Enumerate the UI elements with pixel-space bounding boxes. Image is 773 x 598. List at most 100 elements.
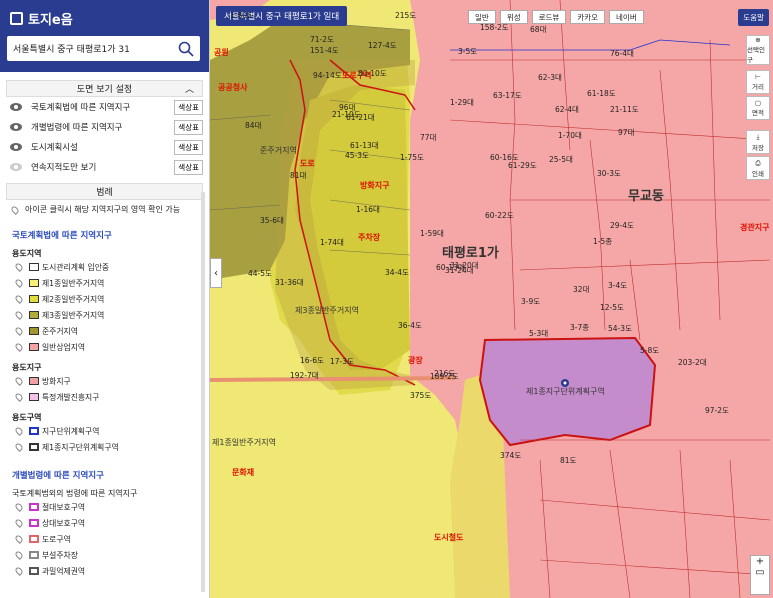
tool-save[interactable]: ⤓ 저장	[746, 130, 770, 154]
pin-icon[interactable]	[14, 294, 24, 304]
parcel-label: 1-75도	[400, 153, 424, 162]
layer-row[interactable]: 개별법령에 따른 지역지구 색상표	[0, 117, 209, 137]
legend-item[interactable]: 도시관리계획 입안중	[0, 259, 209, 275]
parcel-label: 189-2도	[430, 372, 459, 381]
legend-item[interactable]: 특정개발진흥지구	[0, 389, 209, 405]
legend-info-text: 아이콘 클릭시 해당 지역지구의 영역 확인 가능	[25, 205, 181, 214]
collapse-sidebar-button[interactable]: ‹	[210, 258, 222, 288]
map-btn-roadview[interactable]: 로드뷰	[531, 10, 567, 24]
tool-distance[interactable]: ⊢ 거리	[746, 70, 770, 94]
color-table-button[interactable]: 색상표	[174, 139, 203, 155]
eye-icon[interactable]	[10, 163, 22, 171]
parcel-label: 71-2도	[310, 35, 334, 44]
pin-icon[interactable]	[14, 550, 24, 560]
map-settings-header[interactable]: 도면 보기 설정 ︿	[6, 80, 203, 97]
sidebar-scrollbar[interactable]	[201, 192, 205, 592]
legend-item[interactable]: 절대보호구역	[0, 499, 209, 515]
parcel-label: 36-4도	[398, 321, 422, 330]
map-view[interactable]: 서울특별시 중구 태평로1가 일대 일반 위성 로드뷰 카카오 네이버 도움말 …	[210, 0, 773, 598]
legend-item[interactable]: 부설주차장	[0, 547, 209, 563]
layer-row[interactable]: 연속지적도만 보기 색상표	[0, 157, 209, 177]
legend-item[interactable]: 도로구역	[0, 531, 209, 547]
parcel-label: 1-16대	[356, 205, 380, 214]
pin-icon[interactable]	[14, 392, 24, 402]
eye-icon[interactable]	[10, 123, 22, 131]
legend-label: 제1종일반주거지역	[42, 278, 105, 288]
legend-swatch	[29, 443, 39, 451]
legend-item[interactable]: 방화지구	[0, 373, 209, 389]
layer-row[interactable]: 국토계획법에 따른 지역지구 색상표	[0, 97, 209, 117]
tool-label-1: 거리	[752, 83, 764, 91]
legend-item[interactable]: 제3종일반주거지역	[0, 307, 209, 323]
layer-row[interactable]: 도시계획시설 색상표	[0, 137, 209, 157]
parcel-label: 32대	[573, 285, 590, 294]
area-icon: ▢	[754, 99, 762, 107]
legend-label: 도로구역	[42, 534, 71, 544]
zoom-in-icon[interactable]: +	[756, 556, 764, 567]
pin-icon[interactable]	[14, 262, 24, 272]
legend-item[interactable]: 일반상업지역	[0, 339, 209, 355]
tool-area[interactable]: ▢ 면적	[746, 96, 770, 120]
plus-icon: ⊕	[755, 36, 761, 44]
help-button[interactable]: 도움말	[738, 9, 769, 26]
pin-icon[interactable]	[14, 278, 24, 288]
parcel-label: 94-14도	[313, 71, 342, 80]
app: 토지e음 도면 보기 설정︿ 국토계획법에 따른 지역지구색상표개별법령에 따른…	[0, 0, 773, 598]
brand-name: 토지e음	[28, 13, 73, 28]
chevron-left-icon: ‹	[214, 267, 218, 279]
legend-item[interactable]: 상대보호구역	[0, 515, 209, 531]
red-label-subway: 도시철도	[434, 533, 464, 542]
tool-label-2: 면적	[752, 109, 764, 117]
zoom-slider[interactable]: ▭	[755, 567, 764, 578]
pin-icon[interactable]	[14, 342, 24, 352]
map-btn-naver[interactable]: 네이버	[609, 10, 644, 24]
tool-select-population[interactable]: ⊕ 선택인구	[746, 35, 770, 65]
pin-icon[interactable]	[14, 326, 24, 336]
legend-item[interactable]: 제1종일반주거지역	[0, 275, 209, 291]
use-district-list: 방화지구 특정개발진흥지구	[0, 373, 209, 405]
color-table-button[interactable]: 색상표	[174, 99, 203, 115]
map-btn-kakao[interactable]: 카카오	[570, 10, 606, 24]
legend-swatch	[29, 343, 39, 351]
category-individual-law: 개별법령에 따른 지역지구	[12, 471, 104, 481]
layer-label: 도시계획시설	[31, 143, 78, 153]
legend-swatch	[29, 503, 39, 511]
pin-icon[interactable]	[14, 534, 24, 544]
pin-icon[interactable]	[14, 566, 24, 576]
color-table-button[interactable]: 색상표	[174, 119, 203, 135]
legend-item[interactable]: 준주거지역	[0, 323, 209, 339]
pin-icon[interactable]	[14, 442, 24, 452]
color-table-button[interactable]: 색상표	[174, 159, 203, 175]
pin-icon[interactable]	[14, 376, 24, 386]
legend-item[interactable]: 제2종일반주거지역	[0, 291, 209, 307]
legend-item[interactable]: 과밀억제권역	[0, 563, 209, 579]
pin-icon[interactable]	[14, 502, 24, 512]
chevron-up-icon[interactable]: ︿	[185, 82, 194, 95]
map-canvas[interactable]	[210, 0, 773, 598]
search-input[interactable]	[13, 43, 178, 54]
eye-icon[interactable]	[10, 143, 22, 151]
logo[interactable]: 토지e음	[10, 9, 73, 28]
parcel-label: 97대	[618, 128, 635, 137]
pin-icon[interactable]	[14, 310, 24, 320]
search-icon[interactable]	[178, 41, 194, 57]
legend-label: 과밀억제권역	[42, 566, 86, 576]
parcel-label: 76-4대	[610, 49, 634, 58]
pin-icon[interactable]	[14, 426, 24, 436]
legend-item[interactable]: 제1종지구단위계획구역	[0, 439, 209, 455]
parcel-label: 34-4도	[385, 268, 409, 277]
legend-swatch	[29, 327, 39, 335]
tool-label-4: 인쇄	[752, 169, 764, 178]
zoom-control[interactable]: + ▭	[750, 555, 770, 595]
parcel-label: 1-74대	[320, 238, 344, 247]
parcel-label: 97-2도	[705, 406, 729, 415]
tool-print[interactable]: ⎙ 인쇄	[746, 156, 770, 180]
legend-item[interactable]: 지구단위계획구역	[0, 423, 209, 439]
legend-label: 상대보호구역	[42, 518, 86, 528]
eye-icon[interactable]	[10, 103, 22, 111]
parcel-label: 1-5종	[593, 237, 613, 246]
parcel-label: 35-6대	[260, 216, 284, 225]
parcel-label: 81대	[290, 171, 307, 180]
pin-icon[interactable]	[14, 518, 24, 528]
parcel-label: 5-8도	[640, 346, 660, 355]
